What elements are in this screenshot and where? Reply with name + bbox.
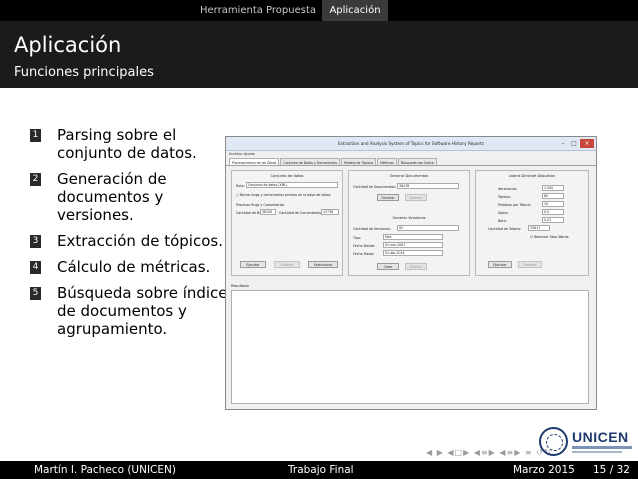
item-text: Extracción de tópicos.: [57, 232, 223, 250]
panel-title: Conjunto de datos: [270, 174, 304, 178]
footer-author: Martín I. Pacheco (UNICEN): [34, 464, 176, 476]
unicen-logo: UNICEN: [539, 427, 635, 457]
stopwords-text: Remover Stop Words: [534, 235, 569, 239]
list-item: 3 Extracción de tópicos.: [30, 232, 230, 250]
app-tab: Modelo de Tópicos: [341, 158, 377, 165]
panel-dataset: Conjunto de datos Ruta: Conjunto de dato…: [231, 170, 343, 276]
clear-checkbox-label: □ Borrar bugs y comentarios previos en l…: [236, 193, 331, 197]
type-select: Mes: [383, 234, 443, 240]
stop-docs-button: Detener: [405, 194, 427, 201]
beta-value: 0,01: [542, 217, 564, 223]
lda-run-button: Ejecutar: [488, 261, 512, 268]
footer-title: Trabajo Final: [288, 464, 354, 476]
function-list: 1 Parsing sobre el conjunto de datos. 2 …: [30, 126, 230, 346]
end-label: Fecha Hasta:: [353, 252, 375, 256]
item-text: Búsqueda sobre índice de documentos y ag…: [57, 284, 228, 338]
panel-title: Latent Dirichlet Allocation: [508, 174, 556, 178]
app-tab: Métricas: [377, 158, 397, 165]
item-text: Cálculo de métricas.: [57, 258, 211, 276]
logo-tagline-bar: [572, 446, 632, 449]
process-section: Procesar Bugs y Comentarios: [236, 203, 285, 207]
lda-stop-button: Detener: [518, 261, 542, 268]
list-item: 5 Búsqueda sobre índice de documentos y …: [30, 284, 230, 338]
docs-label: Cantidad de Documentos:: [353, 185, 396, 189]
list-item: 2 Generación de documentos y versiones.: [30, 170, 230, 224]
nav-tab-herramienta[interactable]: Herramienta Propuesta: [194, 0, 322, 21]
comments-label: Cantidad de Comentarios:: [279, 211, 323, 215]
maximize-icon: □: [571, 140, 577, 147]
app-menubar: Archivo Ayuda: [229, 152, 255, 156]
frame-title-block: Aplicación Funciones principales: [0, 21, 638, 88]
footer-date: Marzo 2015: [513, 464, 575, 476]
app-tab: Procesamiento de los Datos: [229, 158, 280, 165]
path-field: Conjunto de datos (XML): [246, 182, 338, 188]
app-tab: Conjunto de Datos y Documentos: [280, 158, 340, 165]
alpha-value: 0,5: [542, 209, 564, 215]
item-text: Generación de documentos y versiones.: [57, 170, 167, 224]
type-label: Tipo:: [353, 236, 362, 240]
tokens-value: 33817: [528, 225, 550, 231]
app-window-title-text: Extraction and Analysis System of Topics…: [337, 141, 485, 146]
docs-value: 36478: [397, 183, 459, 189]
stop-versions-button: Detener: [405, 263, 427, 270]
close-icon: ×: [580, 139, 594, 148]
list-item: 4 Cálculo de métricas.: [30, 258, 230, 276]
iterations-label: Iteraciones:: [498, 187, 518, 191]
frame-subtitle: Funciones principales: [14, 65, 154, 80]
item-number: 4: [30, 261, 41, 274]
window-controls: – □ ×: [558, 139, 594, 148]
stop-button: Detener: [274, 261, 300, 268]
app-tabs: Procesamiento de los Datos Conjunto de D…: [226, 158, 596, 166]
create-button: Crear: [377, 263, 399, 270]
panel-lda: Latent Dirichlet Allocation Iteraciones:…: [475, 170, 589, 276]
topics-value: 60: [542, 193, 564, 199]
clear-checkbox-text: Borrar bugs y comentarios previos en la …: [240, 193, 331, 197]
list-item: 1 Parsing sobre el conjunto de datos.: [30, 126, 230, 162]
footer-page-number: 15 / 32: [593, 464, 630, 476]
start-label: Fecha Desde:: [353, 244, 376, 248]
beamer-navigation-icons[interactable]: ◀ ▶ ◀□▶ ◀≡▶ ◀≡▶ ≡ ↺↻: [426, 448, 552, 457]
iterations-value: 1.000: [542, 185, 564, 191]
frame-title: Aplicación: [14, 33, 122, 57]
topics-label: Tópicos:: [498, 195, 512, 199]
logo-tagline-bar: [572, 451, 622, 453]
select-button: Seleccionar: [308, 261, 338, 268]
nav-tab-aplicacion[interactable]: Aplicación: [322, 0, 388, 21]
footline: Martín I. Pacheco (UNICEN) Trabajo Final…: [0, 461, 638, 479]
results-label: Resultado: [231, 284, 249, 288]
run-button: Ejecutar: [240, 261, 266, 268]
item-number: 1: [30, 129, 41, 142]
words-value: 10: [542, 201, 564, 207]
tokens-label: Cantidad de Tokens:: [488, 227, 522, 231]
app-window-title: Extraction and Analysis System of Topics…: [226, 137, 596, 151]
app-tab: Búsqueda con Índice: [397, 158, 437, 165]
start-field: 01-nov-2007: [383, 242, 443, 248]
beta-label: Beta:: [498, 219, 507, 223]
item-number: 2: [30, 173, 41, 186]
minimize-icon: –: [561, 140, 565, 147]
versions-title: Generar Versiones: [392, 216, 426, 220]
section-navigation: Herramienta Propuesta Aplicación: [0, 0, 638, 21]
results-area: [231, 290, 589, 404]
words-label: Palabras por Tópico:: [498, 203, 531, 207]
app-screenshot: Extraction and Analysis System of Topics…: [225, 136, 597, 410]
item-number: 3: [30, 235, 41, 248]
item-text: Parsing sobre el conjunto de datos.: [57, 126, 197, 162]
path-label: Ruta:: [236, 184, 245, 188]
comments-value: 47738: [321, 209, 339, 215]
versions-value: 91: [397, 225, 459, 231]
university-seal-icon: [539, 427, 568, 456]
logo-wordmark: UNICEN: [572, 429, 629, 445]
versions-label: Cantidad de Versiones:: [353, 227, 392, 231]
stopwords-checkbox: ☑ Remover Stop Words: [530, 235, 569, 239]
generate-button: Generar: [377, 194, 399, 201]
panel-documents: Generar Documentos Cantidad de Documento…: [348, 170, 470, 276]
end-field: 01-abr-2014: [383, 250, 443, 256]
bugs-value: 36109: [260, 209, 276, 215]
alpha-label: Alpha:: [498, 211, 509, 215]
panel-title: Generar Documentos: [389, 174, 429, 178]
item-number: 5: [30, 287, 41, 300]
